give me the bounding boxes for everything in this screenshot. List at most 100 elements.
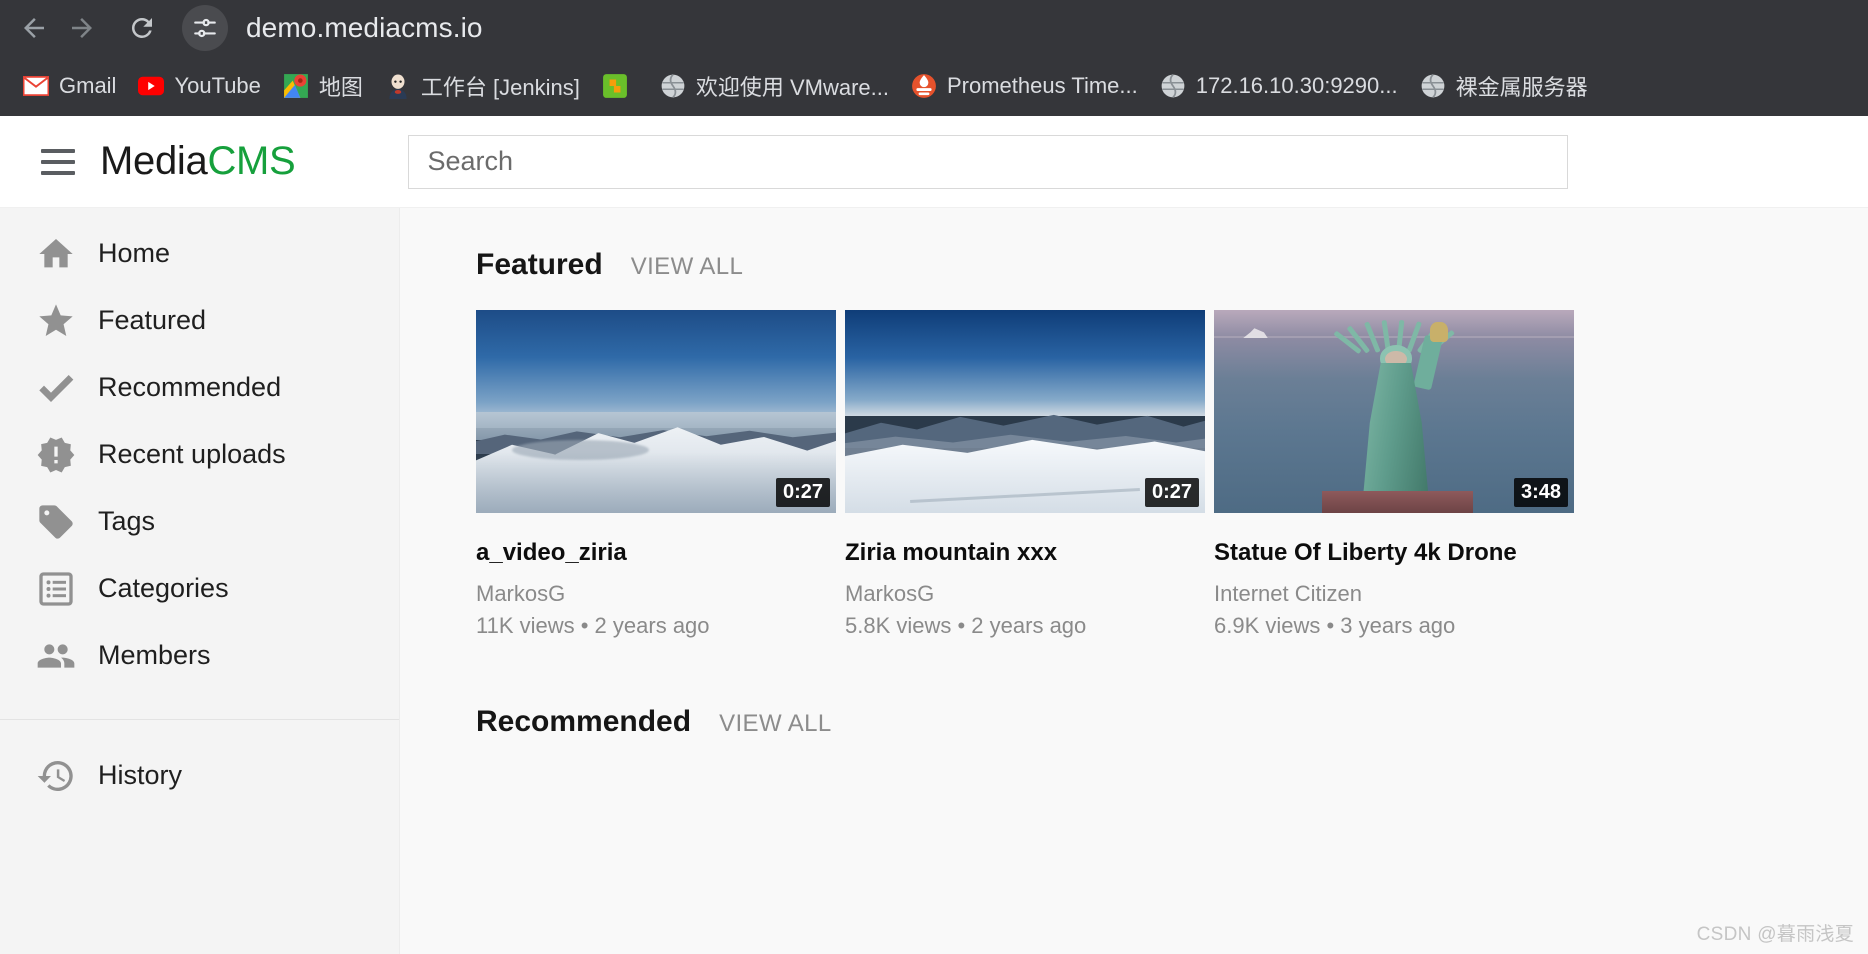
media-author[interactable]: Internet Citizen — [1214, 581, 1574, 607]
duration-badge: 0:27 — [775, 478, 830, 507]
bookmark-ip-host[interactable]: 172.16.10.30:9290... — [1149, 64, 1409, 108]
reload-button[interactable] — [118, 4, 166, 52]
globe-icon — [1420, 73, 1446, 99]
sidebar-item-members[interactable]: Members — [0, 622, 399, 689]
bookmarks-bar: Gmail YouTube 地图 工作台 [Jenkins] 欢迎使用 VMwa… — [0, 56, 1868, 116]
bookmark-gmail[interactable]: Gmail — [12, 64, 127, 108]
main-content: Featured VIEW ALL 0:27 a_video_ziria Mar… — [400, 208, 1868, 954]
hamburger-menu-icon[interactable] — [32, 136, 84, 188]
sidebar-item-recent-uploads[interactable]: Recent uploads — [0, 421, 399, 488]
globe-icon — [1160, 73, 1186, 99]
browser-chrome: demo.mediacms.io Gmail YouTube 地图 工作台 [J… — [0, 0, 1868, 116]
bookmark-label: 欢迎使用 VMware... — [695, 75, 889, 100]
bookmark-bare-metal[interactable]: 裸金属服务器 — [1409, 64, 1599, 108]
sidebar: Home Featured Recommended Recent uploads — [0, 208, 400, 954]
gmail-icon — [23, 73, 49, 99]
media-card[interactable]: 0:27 Ziria mountain xxx MarkosG 5.8K vie… — [845, 310, 1205, 639]
section-header: Featured VIEW ALL — [476, 248, 1868, 282]
green-app-icon — [602, 73, 628, 99]
media-card[interactable]: 3:48 Statue Of Liberty 4k Drone Internet… — [1214, 310, 1574, 639]
back-button[interactable] — [10, 4, 58, 52]
media-meta: 6.9K views • 3 years ago — [1214, 613, 1456, 638]
history-icon — [32, 752, 80, 800]
section-title: Recommended — [476, 705, 692, 738]
sidebar-item-history[interactable]: History — [0, 742, 399, 809]
search-input[interactable] — [408, 134, 1569, 189]
duration-badge: 0:27 — [1144, 478, 1199, 507]
sidebar-item-label: Recent uploads — [98, 439, 286, 469]
media-author[interactable]: MarkosG — [476, 581, 836, 607]
media-thumbnail[interactable]: 3:48 — [1214, 310, 1574, 513]
watermark: CSDN @暮雨浅夏 — [1696, 924, 1854, 945]
sidebar-item-categories[interactable]: Categories — [0, 555, 399, 622]
youtube-icon — [138, 73, 165, 99]
body-area: Home Featured Recommended Recent uploads — [0, 208, 1868, 954]
media-thumbnail[interactable]: 0:27 — [845, 310, 1205, 513]
bookmark-jenkins[interactable]: 工作台 [Jenkins] — [374, 64, 591, 108]
bookmark-label: Gmail — [59, 73, 117, 98]
media-meta: 5.8K views • 2 years ago — [845, 613, 1087, 638]
view-all-link[interactable]: VIEW ALL — [631, 253, 744, 281]
media-card[interactable]: 0:27 a_video_ziria MarkosG 11K views • 2… — [476, 310, 836, 639]
url-text: demo.mediacms.io — [246, 12, 483, 43]
bookmark-prometheus[interactable]: Prometheus Time... — [900, 64, 1149, 108]
section-featured: Featured VIEW ALL 0:27 a_video_ziria Mar… — [476, 248, 1868, 639]
forward-button[interactable] — [58, 4, 106, 52]
media-meta: 11K views • 2 years ago — [476, 613, 710, 638]
star-icon — [32, 297, 80, 345]
view-all-link[interactable]: VIEW ALL — [719, 710, 832, 738]
sidebar-item-label: History — [98, 760, 183, 790]
media-author[interactable]: MarkosG — [845, 581, 1205, 607]
bookmark-green-app[interactable] — [591, 64, 649, 108]
brand-accent: CMS — [207, 139, 296, 183]
page-title[interactable]: MediaCMS — [100, 139, 296, 184]
section-title: Featured — [476, 248, 603, 281]
tag-icon — [32, 498, 80, 546]
app-header: MediaCMS — [0, 116, 1868, 208]
media-title[interactable]: Statue Of Liberty 4k Drone — [1214, 539, 1574, 567]
bookmark-label: 地图 — [318, 75, 363, 100]
prometheus-icon — [911, 73, 937, 99]
site-settings-icon[interactable] — [182, 5, 228, 51]
list-icon — [32, 565, 80, 613]
bookmark-vmware[interactable]: 欢迎使用 VMware... — [649, 64, 900, 108]
sidebar-item-featured[interactable]: Featured — [0, 287, 399, 354]
sidebar-item-recommended[interactable]: Recommended — [0, 354, 399, 421]
jenkins-icon — [385, 73, 411, 99]
sidebar-item-label: Members — [98, 640, 211, 670]
media-title[interactable]: Ziria mountain xxx — [845, 539, 1205, 567]
bookmark-label: YouTube — [174, 73, 261, 98]
bookmark-youtube[interactable]: YouTube — [127, 64, 271, 108]
sidebar-item-label: Home — [98, 238, 171, 268]
bookmark-label: 裸金属服务器 — [1455, 75, 1588, 100]
check-icon — [32, 364, 80, 412]
section-header: Recommended VIEW ALL — [476, 705, 1868, 739]
section-recommended: Recommended VIEW ALL — [476, 705, 1868, 739]
bookmark-label: Prometheus Time... — [947, 73, 1138, 98]
home-icon — [32, 230, 80, 278]
sidebar-item-label: Recommended — [98, 372, 282, 402]
google-maps-icon — [283, 73, 309, 99]
sidebar-divider — [0, 719, 399, 720]
duration-badge: 3:48 — [1513, 478, 1568, 507]
sidebar-item-label: Categories — [98, 573, 229, 603]
globe-icon — [660, 73, 686, 99]
mediacms-page: MediaCMS Home Featured — [0, 116, 1868, 954]
bookmark-label: 工作台 [Jenkins] — [420, 75, 580, 100]
omnibox[interactable]: demo.mediacms.io — [182, 4, 1858, 52]
sidebar-item-tags[interactable]: Tags — [0, 488, 399, 555]
sidebar-item-home[interactable]: Home — [0, 220, 399, 287]
search-container — [408, 134, 1569, 189]
brand-primary: Media — [100, 139, 208, 183]
sidebar-item-label: Tags — [98, 506, 156, 536]
media-title[interactable]: a_video_ziria — [476, 539, 836, 567]
sidebar-item-label: Featured — [98, 305, 207, 335]
media-thumbnail[interactable]: 0:27 — [476, 310, 836, 513]
new-releases-icon — [32, 431, 80, 479]
browser-toolbar: demo.mediacms.io — [0, 0, 1868, 56]
bookmark-maps[interactable]: 地图 — [272, 64, 374, 108]
people-icon — [32, 632, 80, 680]
media-card-row: 0:27 a_video_ziria MarkosG 11K views • 2… — [476, 310, 1868, 639]
bookmark-label: 172.16.10.30:9290... — [1195, 73, 1398, 98]
